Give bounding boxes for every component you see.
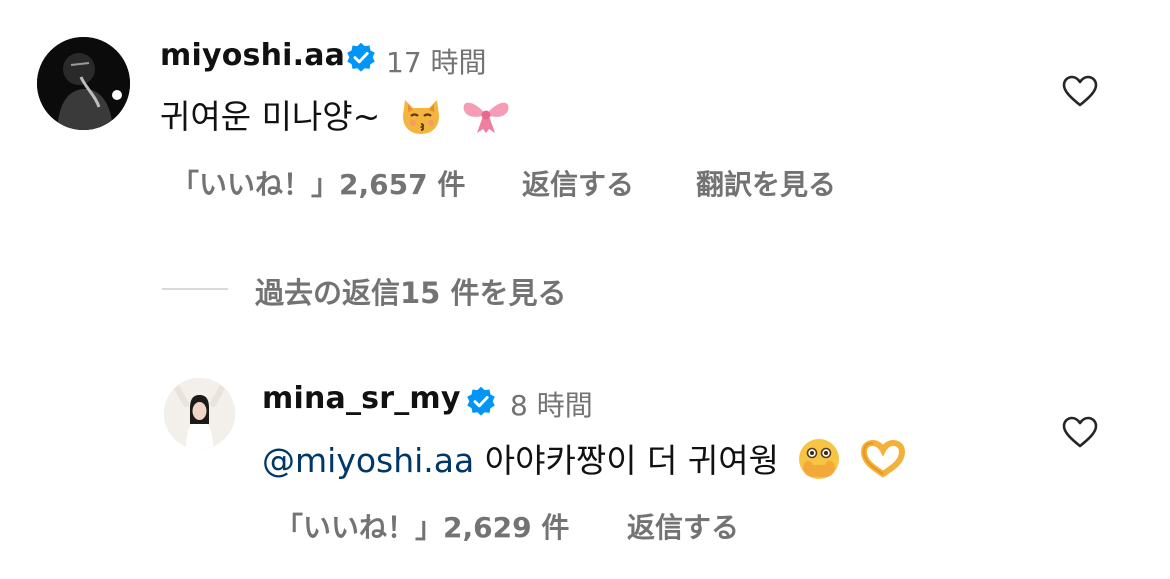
reply-username[interactable]: mina_sr_my	[262, 381, 461, 416]
reply-time: 8 時間	[510, 389, 593, 422]
reply-reply-button[interactable]: 返信する	[627, 506, 739, 546]
ribbon-icon	[461, 95, 511, 143]
heart-hands-icon	[860, 439, 906, 486]
reply-avatar-image	[164, 378, 235, 449]
reply-text: 아야카짱이 더 귀여웡	[484, 441, 779, 480]
kissing-cat-icon	[399, 94, 443, 144]
comment-text: 귀여운 미나양~	[160, 97, 381, 136]
reply-verified-badge-icon	[465, 386, 497, 418]
avatar-image	[37, 37, 130, 130]
mention-link[interactable]: @miyoshi.aa	[262, 441, 474, 480]
likes-count[interactable]: 「いいね！」2,657 件	[171, 163, 465, 203]
reply-likes-count[interactable]: 「いいね！」2,629 件	[275, 506, 569, 546]
view-replies-button[interactable]: 過去の返信15 件を見る	[255, 270, 566, 312]
reply-button[interactable]: 返信する	[522, 163, 634, 203]
verified-badge-icon	[345, 42, 377, 74]
comment-text-row: 귀여운 미나양~	[160, 90, 511, 144]
reply-text-row: @miyoshi.aa 아야카짱이 더 귀여웡	[262, 434, 906, 489]
comments-panel: miyoshi.aa 17 時間 귀여운 미나양~ 「いいね！」2,657 件 …	[0, 0, 1170, 579]
comment-time: 17 時間	[386, 46, 487, 79]
face-with-open-eyes-and-hand-over-mouth-icon	[797, 437, 841, 489]
reply-like-heart-icon[interactable]	[1062, 416, 1098, 448]
reply-avatar[interactable]	[164, 378, 235, 449]
comment-username[interactable]: miyoshi.aa	[160, 38, 345, 73]
avatar[interactable]	[37, 37, 130, 130]
translate-button[interactable]: 翻訳を見る	[696, 163, 836, 203]
replies-divider	[162, 288, 228, 290]
like-heart-icon[interactable]	[1062, 75, 1098, 107]
